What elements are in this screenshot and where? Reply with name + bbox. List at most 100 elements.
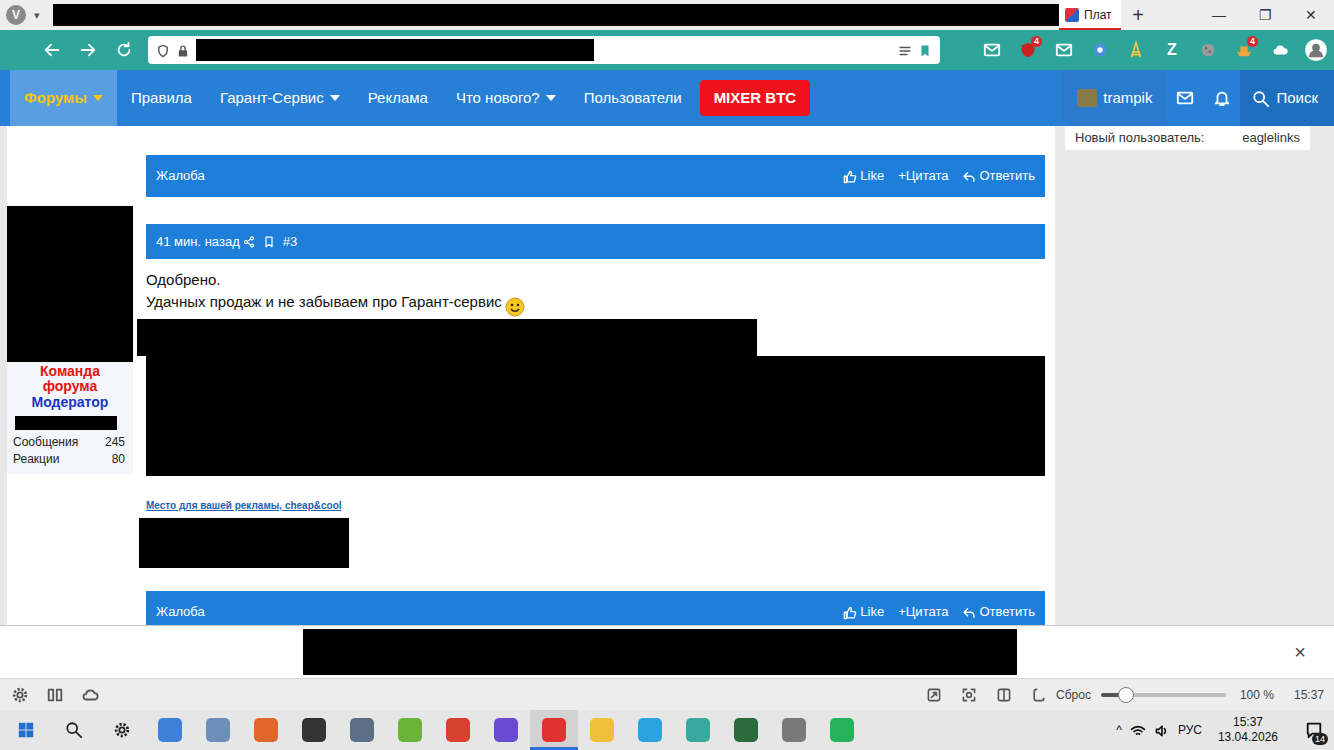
browser-status-bar: Сброс100 %15:37 xyxy=(0,678,1334,710)
tray-toggle[interactable]: ^ xyxy=(1116,721,1122,739)
post-time[interactable]: 41 мин. назад xyxy=(156,232,255,252)
ad-link[interactable]: Место для вашей рекламы, cheap&cool xyxy=(146,500,1045,512)
zoom-slider[interactable] xyxy=(1101,693,1226,697)
forward-icon[interactable] xyxy=(70,35,106,65)
shield-icon[interactable]: 4 xyxy=(1010,35,1046,65)
taskbar-app[interactable] xyxy=(578,710,626,750)
search-button[interactable]: Поиск xyxy=(1240,70,1334,126)
taskbar-app[interactable] xyxy=(482,710,530,750)
stat-value[interactable]: eaglelinks xyxy=(1242,128,1300,148)
panels-icon[interactable] xyxy=(37,686,72,704)
promo-button[interactable]: MIXER BTC xyxy=(700,80,811,117)
post-body: Жалоба Like +Цитата Ответить xyxy=(146,155,1045,197)
browser-menu[interactable]: ▾ xyxy=(34,7,40,24)
zoom-reset[interactable]: Сброс xyxy=(1056,686,1091,704)
stat-label: Новый пользователь: xyxy=(1075,128,1204,148)
network-icon[interactable] xyxy=(1130,721,1146,739)
taskbar-app[interactable] xyxy=(530,710,578,750)
close-button[interactable]: × xyxy=(1294,637,1306,667)
taskbar-app[interactable] xyxy=(626,710,674,750)
taskbar-app[interactable] xyxy=(194,710,242,750)
system-tray: ^ РУС 15:3713.04.2026 14 xyxy=(1116,715,1334,745)
taskbar-app[interactable] xyxy=(50,710,98,750)
redacted-block xyxy=(137,319,757,356)
quote-button[interactable]: +Цитата xyxy=(898,602,948,622)
reply-button[interactable]: Ответить xyxy=(962,166,1035,186)
taskbar-app[interactable] xyxy=(338,710,386,750)
taskbar-app[interactable] xyxy=(98,710,146,750)
like-label: Like xyxy=(860,166,884,186)
reader-icon[interactable] xyxy=(898,40,912,61)
bell-icon[interactable] xyxy=(1203,70,1240,126)
mail-icon[interactable] xyxy=(1166,70,1203,126)
app-icon xyxy=(590,718,614,742)
clock[interactable]: 15:3713.04.2026 xyxy=(1210,715,1286,745)
capture-icon[interactable] xyxy=(916,687,951,703)
nav-item[interactable]: Пользователи xyxy=(570,70,696,126)
extension-button[interactable]: Z xyxy=(1154,35,1190,65)
taskbar-app[interactable] xyxy=(818,710,866,750)
search-icon xyxy=(65,721,83,740)
nav-item[interactable]: Гарант-Сервис xyxy=(206,70,354,126)
quote-button[interactable]: +Цитата xyxy=(898,166,948,186)
taskbar-app[interactable] xyxy=(2,710,50,750)
new-tab-button[interactable]: + xyxy=(1121,0,1155,30)
taskbar-app[interactable] xyxy=(674,710,722,750)
cookie-icon[interactable] xyxy=(1190,35,1226,65)
taskbar-app[interactable] xyxy=(290,710,338,750)
author-stat: Сообщения245 xyxy=(13,434,127,451)
notifications-button[interactable]: 14 xyxy=(1294,721,1334,740)
window-control[interactable]: ❐ xyxy=(1242,5,1288,26)
screenshot-icon[interactable] xyxy=(951,687,986,703)
taskbar-app[interactable] xyxy=(242,710,290,750)
window-control[interactable]: — xyxy=(1196,5,1242,26)
taskbar-app[interactable] xyxy=(146,710,194,750)
envelope-icon[interactable] xyxy=(1046,35,1082,65)
nav-label: Правила xyxy=(131,87,192,110)
app-icon xyxy=(158,718,182,742)
taskbar-app[interactable] xyxy=(770,710,818,750)
user-menu[interactable]: trampik xyxy=(1063,70,1166,126)
settings-icon[interactable] xyxy=(2,686,37,704)
taskbar-app[interactable] xyxy=(386,710,434,750)
window-control[interactable]: ✕ xyxy=(1288,5,1334,26)
cloud-icon[interactable] xyxy=(1262,35,1298,65)
app-icon xyxy=(782,718,806,742)
tab-label: Плат xyxy=(1084,6,1112,24)
sync-icon[interactable] xyxy=(72,686,107,704)
volume-icon[interactable] xyxy=(1154,721,1170,739)
vivaldi-logo[interactable]: V xyxy=(6,5,26,25)
nav-item[interactable]: Правила xyxy=(117,70,206,126)
back-icon[interactable] xyxy=(34,35,70,65)
taskbar-app[interactable] xyxy=(434,710,482,750)
circle-icon[interactable] xyxy=(1082,35,1118,65)
avatar-icon[interactable] xyxy=(1298,35,1334,65)
browser-tab[interactable]: Плат xyxy=(1059,0,1121,30)
tile-icon[interactable] xyxy=(986,687,1021,703)
line-text: Удачных продаж и не забываем про Гарант-… xyxy=(146,293,502,310)
bookmark-icon[interactable] xyxy=(918,40,932,61)
app-icon xyxy=(494,718,518,742)
language[interactable]: РУС xyxy=(1178,721,1202,739)
like-button[interactable]: Like xyxy=(843,166,884,186)
notification-count: 14 xyxy=(1312,733,1328,745)
url-field[interactable] xyxy=(148,36,940,64)
page-actions-icon[interactable] xyxy=(1021,687,1056,703)
tower-icon[interactable] xyxy=(1118,35,1154,65)
zoom-thumb[interactable] xyxy=(1118,687,1134,703)
sidebar-stat: Новый пользователь: eaglelinks xyxy=(1065,126,1310,150)
ship-icon[interactable]: 4 xyxy=(1226,35,1262,65)
reply-button[interactable]: Ответить xyxy=(962,602,1035,622)
report-link[interactable]: Жалоба xyxy=(156,602,205,622)
nav-item[interactable]: Что нового? xyxy=(442,70,570,126)
nav-item[interactable]: Форумы xyxy=(10,70,117,126)
like-button[interactable]: Like xyxy=(843,602,884,622)
mail-icon[interactable] xyxy=(974,35,1010,65)
nav-item[interactable]: Реклама xyxy=(354,70,442,126)
report-link[interactable]: Жалоба xyxy=(156,166,205,186)
taskbar-app[interactable] xyxy=(722,710,770,750)
reply-icon xyxy=(962,166,976,186)
bookmark-icon[interactable] xyxy=(263,232,275,252)
post-number[interactable]: #3 xyxy=(283,232,297,252)
reload-icon[interactable] xyxy=(106,35,142,65)
